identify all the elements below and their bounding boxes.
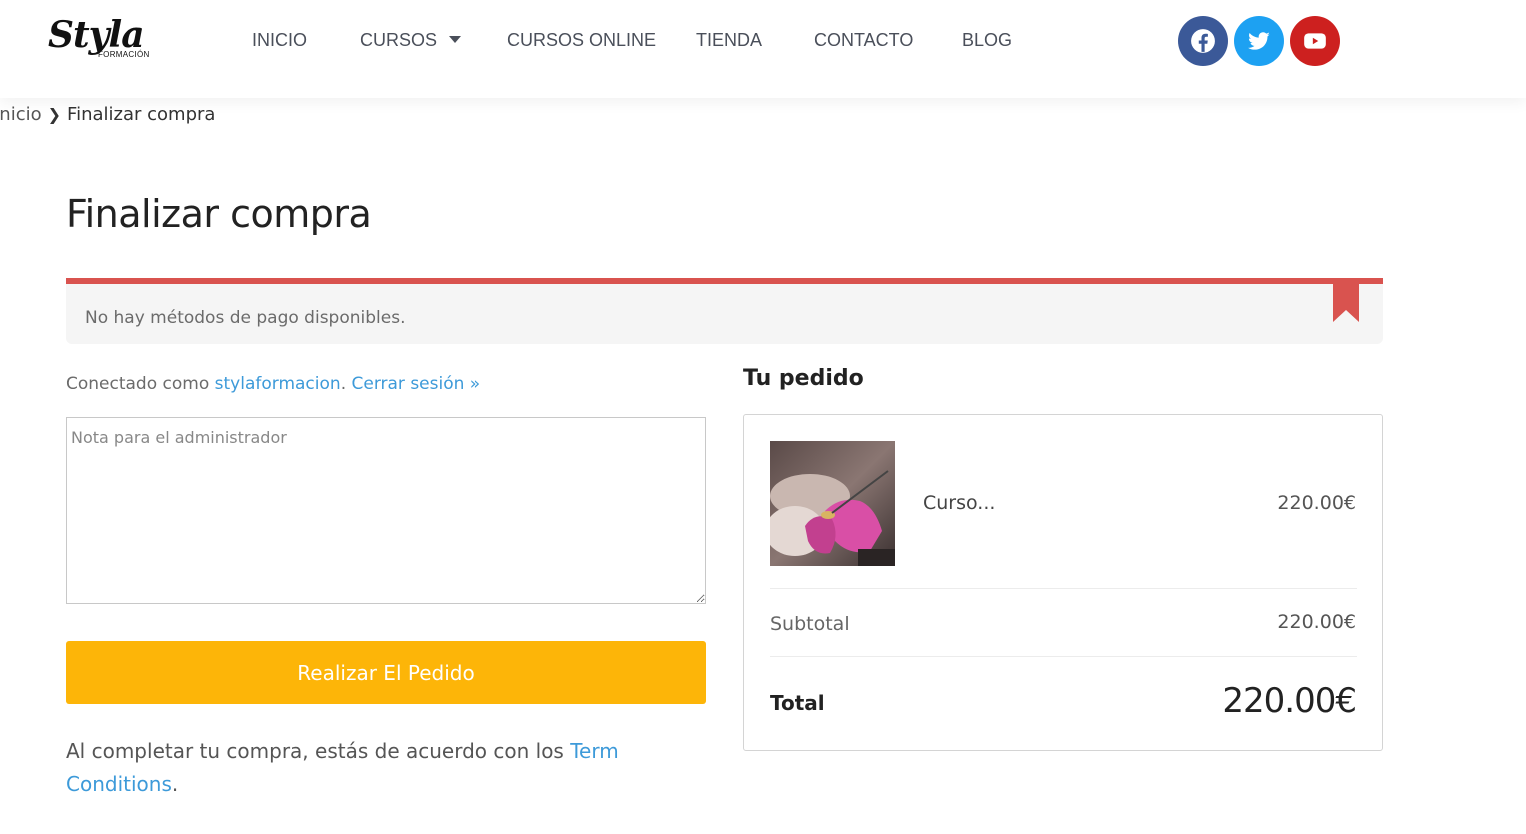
- total-label: Total: [770, 691, 825, 715]
- order-note-textarea[interactable]: [66, 417, 706, 604]
- nav-item-contacto[interactable]: CONTACTO: [814, 30, 913, 51]
- divider: [770, 588, 1357, 589]
- breadcrumb: Inicio ❯ Finalizar compra: [0, 104, 215, 125]
- account-username-link[interactable]: stylaformacion: [215, 374, 341, 394]
- chevron-down-icon: [449, 35, 462, 43]
- twitter-button[interactable]: [1234, 16, 1284, 66]
- site-logo[interactable]: Styla FORMACIÓN: [48, 14, 158, 64]
- youtube-icon: [1304, 33, 1326, 49]
- nav-item-cursos-online[interactable]: CURSOS ONLINE: [507, 30, 656, 51]
- notice-text: No hay métodos de pago disponibles.: [85, 308, 406, 328]
- order-summary-title: Tu pedido: [743, 366, 864, 391]
- error-notice: No hay métodos de pago disponibles.: [66, 278, 1383, 344]
- breadcrumb-current: Finalizar compra: [67, 104, 216, 125]
- nav-item-tienda[interactable]: TIENDA: [696, 30, 762, 51]
- nav-item-blog[interactable]: BLOG: [962, 30, 1012, 51]
- site-header: Styla FORMACIÓN INICIO CURSOS CURSOS ONL…: [0, 0, 1526, 98]
- terms-text: Al completar tu compra, estás de acuerdo…: [66, 735, 706, 801]
- breadcrumb-home-link[interactable]: Inicio: [0, 104, 42, 125]
- facebook-icon: [1191, 29, 1215, 53]
- total-value: 220.00€: [1222, 681, 1357, 721]
- youtube-button[interactable]: [1290, 16, 1340, 66]
- bookmark-icon: [1333, 278, 1359, 322]
- product-price: 220.00€: [1277, 492, 1356, 514]
- chevron-right-icon: ❯: [47, 105, 62, 124]
- product-thumbnail[interactable]: [770, 441, 895, 566]
- divider: [770, 656, 1357, 657]
- place-order-button[interactable]: Realizar El Pedido: [66, 641, 706, 704]
- product-image: [770, 441, 895, 566]
- nav-item-inicio[interactable]: INICIO: [252, 30, 307, 51]
- order-summary-box: Curso... 220.00€ Subtotal 220.00€ Total …: [743, 414, 1383, 751]
- logout-link[interactable]: Cerrar sesión »: [352, 374, 481, 394]
- logged-in-info: Conectado como stylaformacion. Cerrar se…: [66, 374, 480, 394]
- terms-prefix: Al completar tu compra, estás de acuerdo…: [66, 739, 571, 763]
- terms-end: .: [171, 772, 179, 796]
- subtotal-label: Subtotal: [770, 613, 850, 635]
- product-name[interactable]: Curso...: [923, 492, 995, 514]
- logged-in-prefix: Conectado como: [66, 374, 215, 394]
- nav-item-cursos[interactable]: CURSOS: [360, 30, 462, 51]
- subtotal-value: 220.00€: [1277, 611, 1356, 633]
- nav-item-label: CURSOS: [360, 30, 438, 50]
- facebook-button[interactable]: [1178, 16, 1228, 66]
- logged-in-separator: .: [340, 374, 352, 394]
- page-title: Finalizar compra: [66, 192, 372, 236]
- twitter-icon: [1247, 32, 1270, 50]
- logo-subtext: FORMACIÓN: [98, 50, 150, 59]
